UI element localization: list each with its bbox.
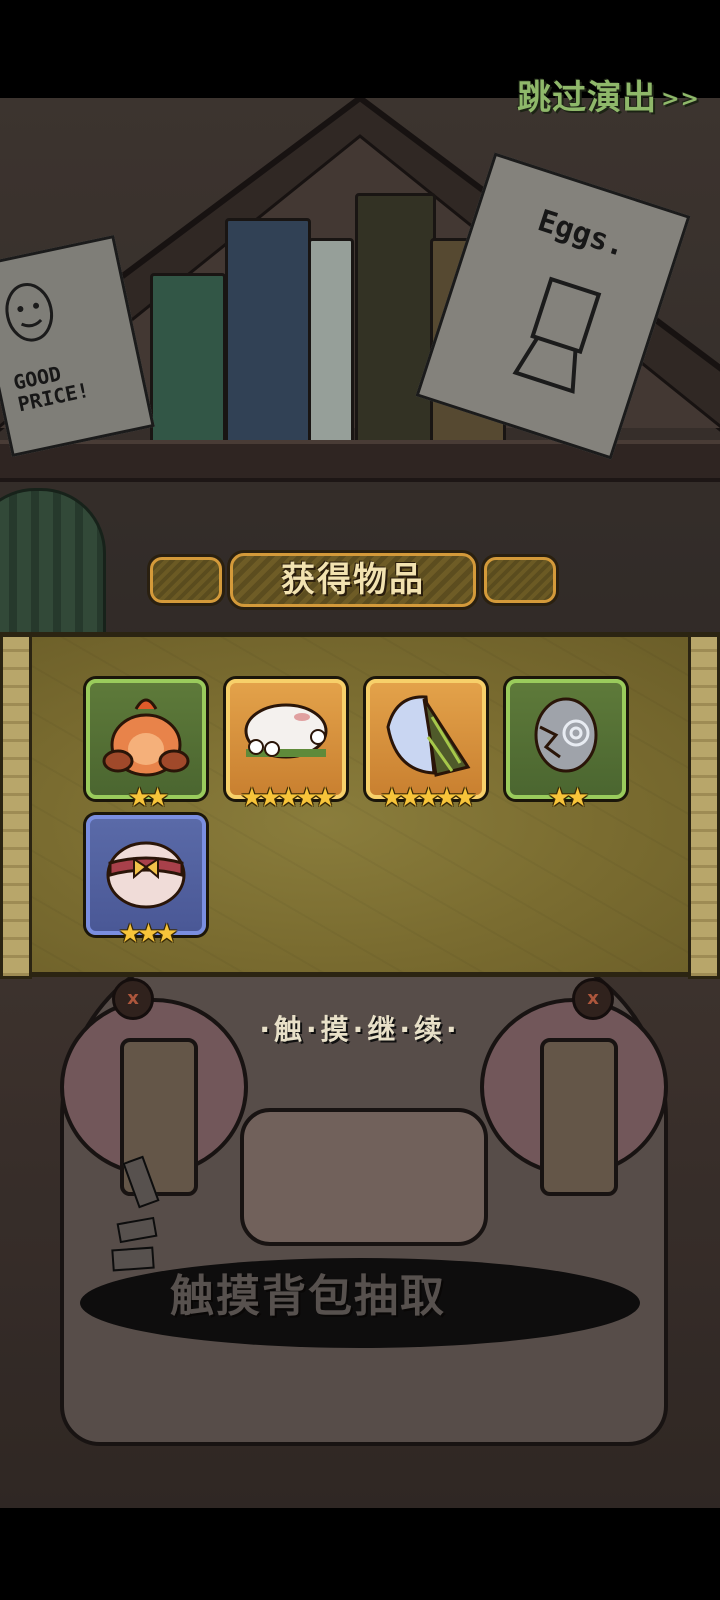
reward-item-bow-dumpling[interactable]: ★★★	[86, 815, 206, 949]
orange-creature-icon	[102, 698, 190, 777]
star-rating: ★★	[547, 783, 590, 813]
reward-panel: ★★ ★★★★★ ★★★★★ ★★ ★★★	[0, 632, 720, 979]
poster-right-text: Eggs.	[533, 203, 631, 265]
book-blue	[225, 218, 311, 444]
skip-animation-button[interactable]: 跳过演出 >>	[517, 70, 700, 119]
star-rating: ★★★	[118, 919, 179, 949]
cracked-egg-icon	[534, 697, 598, 773]
panel-right-edge	[688, 634, 720, 979]
double-chevron-right-icon: >>	[661, 87, 700, 112]
banner-right-plate	[484, 557, 556, 603]
draw-hint-mark-icon	[111, 1246, 155, 1272]
skip-label: 跳过演出	[517, 78, 658, 118]
star-rating: ★★★★★	[380, 783, 477, 813]
book-white	[308, 238, 354, 444]
reward-title-banner: 获得物品	[150, 553, 556, 607]
reward-item-orange-creature[interactable]: ★★	[86, 679, 206, 813]
backpack-mouth	[240, 1108, 488, 1246]
star-rating: ★★★★★	[240, 783, 337, 813]
poster-left-text: GOOD PRICE!	[11, 361, 92, 417]
egg-doodle-icon	[512, 276, 602, 394]
panel-left-edge	[0, 634, 32, 979]
star-rating: ★★	[127, 783, 170, 813]
bottom-bar	[0, 1508, 720, 1600]
book-green	[150, 273, 226, 444]
draw-hint-text: 触摸背包抽取	[170, 1271, 446, 1322]
crystal-wing-icon	[386, 695, 471, 777]
book-dark	[355, 193, 436, 444]
tap-to-continue-prompt[interactable]: ·触·摸·继·续·	[0, 1008, 720, 1048]
banner-left-plate	[150, 557, 222, 603]
game-screen[interactable]: GOOD PRICE! Eggs. x x 触摸背包抽取 跳过演出 >> 获得物…	[0, 0, 720, 1600]
backpack-strap-right	[540, 1038, 618, 1196]
reward-item-cracked-egg[interactable]: ★★	[506, 679, 626, 813]
reward-title: 获得物品	[230, 553, 476, 607]
reward-item-white-flower-nest[interactable]: ★★★★★	[226, 679, 346, 813]
bow-dumpling-icon	[106, 841, 186, 909]
smiley-doodle-icon	[5, 283, 54, 342]
reward-item-crystal-wing[interactable]: ★★★★★	[366, 679, 486, 813]
white-flower-nest-icon	[244, 703, 328, 759]
